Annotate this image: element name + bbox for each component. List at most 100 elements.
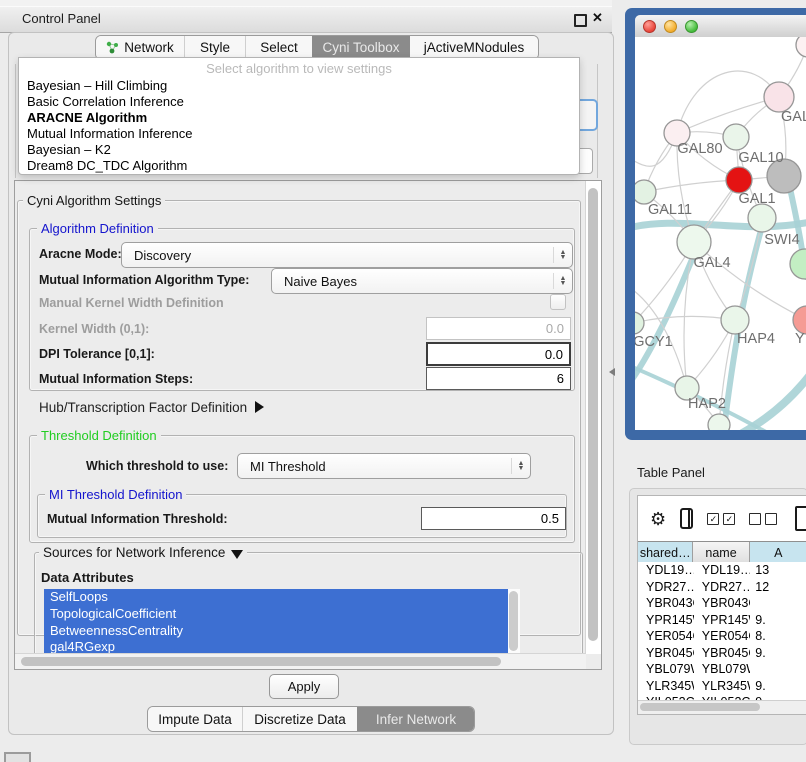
scrollbar-thumb[interactable] <box>640 703 760 711</box>
dpi-tolerance-field[interactable]: 0.0 <box>426 342 571 366</box>
tab-label: Cyni Toolbox <box>322 40 399 55</box>
network-node-gal4[interactable] <box>677 225 711 259</box>
unchecked-box-icon <box>749 513 761 525</box>
table-row[interactable]: YPR145WYPR145W9. <box>638 612 806 629</box>
network-node-ntop[interactable] <box>796 37 806 57</box>
network-node-label: SWI4 <box>764 232 799 248</box>
tab-network[interactable]: Network <box>96 36 184 59</box>
network-node-label: GAL <box>781 109 806 125</box>
algorithm-dropdown: Select algorithm to view settings Bayesi… <box>18 57 580 175</box>
network-node-salmon[interactable] <box>793 306 806 334</box>
tab-impute-data[interactable]: Impute Data <box>148 707 242 731</box>
network-canvas[interactable]: GALGAL80GAL10GAL1GAL11SWI4GAL4GCY1HAP4YH… <box>635 37 806 430</box>
column-header-shared[interactable]: shared… <box>638 542 693 563</box>
apply-button[interactable]: Apply <box>269 674 339 699</box>
which-threshold-combobox[interactable]: MI Threshold ▲▼ <box>237 453 531 479</box>
network-node-label: GAL80 <box>677 141 722 157</box>
table-row[interactable]: YBR045CYBR045C9. <box>638 645 806 662</box>
network-node-pink1[interactable] <box>764 82 794 112</box>
expand-right-icon <box>255 401 264 413</box>
split-pane-collapse-icon[interactable] <box>609 368 615 376</box>
network-icon <box>106 41 119 54</box>
settings-vertical-scrollbar[interactable] <box>585 181 601 654</box>
tab-select[interactable]: Select <box>245 36 312 59</box>
close-icon[interactable]: ✕ <box>592 10 603 26</box>
table-row[interactable]: YDR27…YDR27…12 <box>638 579 806 596</box>
kernel-width-field[interactable]: 0.0 <box>426 317 571 340</box>
table-header-row: shared…nameA <box>638 541 806 564</box>
table-row[interactable]: YLR345WYLR345W9. <box>638 678 806 695</box>
network-node-gcy1[interactable] <box>635 312 644 334</box>
table-content: ⚙ ✓ ✓ shared…nameA YDL19…YDL19…13YDR27…Y… <box>637 495 806 715</box>
column-header-A[interactable]: A <box>750 542 806 563</box>
network-node-hap4[interactable] <box>721 306 749 334</box>
table-cell: YBR045C <box>694 645 751 662</box>
tab-jactivemnodules[interactable]: jActiveMNodules <box>409 36 538 59</box>
mi-type-combobox[interactable]: Naive Bayes ▲▼ <box>271 268 573 294</box>
algorithm-option[interactable]: Basic Correlation Inference <box>19 94 579 110</box>
algorithm-option[interactable]: ARACNE Algorithm <box>19 110 579 126</box>
attribute-list-item[interactable]: gal4RGexp <box>44 639 520 654</box>
table-row[interactable]: YER054CYER054C8. <box>638 628 806 645</box>
columns-icon[interactable] <box>680 508 693 529</box>
which-threshold-label: Which threshold to use: <box>86 459 228 473</box>
select-all-checkboxes-icon[interactable]: ✓ ✓ <box>707 513 735 525</box>
table-row[interactable]: YDL19…YDL19…13 <box>638 562 806 579</box>
tab-style[interactable]: Style <box>184 36 245 59</box>
close-traffic-light-icon[interactable] <box>643 20 656 33</box>
attribute-list-item[interactable]: BetweennessCentrality <box>44 623 520 640</box>
column-header-name[interactable]: name <box>693 542 749 563</box>
network-node-label: GAL10 <box>738 150 783 166</box>
zoom-traffic-light-icon[interactable] <box>685 20 698 33</box>
manual-kernel-checkbox[interactable] <box>550 294 566 310</box>
threshold-definition-title: Threshold Definition <box>37 428 161 443</box>
hub-definition-expander[interactable]: Hub/Transcription Factor Definition <box>39 400 264 415</box>
gear-icon[interactable]: ⚙ <box>650 510 666 528</box>
network-node-gal10[interactable] <box>723 124 749 150</box>
table-cell: 13 <box>750 562 806 579</box>
network-node-rgreen[interactable] <box>790 249 806 279</box>
network-node-swi4n[interactable] <box>748 204 776 232</box>
attribute-list-item[interactable]: SelfLoops <box>44 589 520 606</box>
data-attributes-list[interactable]: SelfLoopsTopologicalCoefficientBetweenne… <box>44 589 520 654</box>
network-edge[interactable] <box>677 71 779 133</box>
network-node-red[interactable] <box>726 167 752 193</box>
table-cell: YBL079W <box>694 661 751 678</box>
tab-infer-network[interactable]: Infer Network <box>357 707 474 731</box>
deselect-all-checkboxes-icon[interactable] <box>749 513 777 525</box>
tab-cyni-toolbox[interactable]: Cyni Toolbox <box>312 36 409 59</box>
network-node-nbot[interactable] <box>708 414 730 430</box>
algorithm-option[interactable]: Bayesian – Hill Climbing <box>19 78 579 94</box>
cyni-settings-group-title: Cyni Algorithm Settings <box>23 193 165 208</box>
table-row[interactable]: YBL079WYBL079W <box>638 661 806 678</box>
minimize-traffic-light-icon[interactable] <box>664 20 677 33</box>
document-icon[interactable] <box>795 506 806 531</box>
network-edge-highlighted[interactable] <box>635 221 806 229</box>
bottom-left-widget[interactable] <box>4 752 31 762</box>
mi-steps-field[interactable]: 6 <box>426 367 571 390</box>
scrollbar-thumb[interactable] <box>588 188 598 641</box>
network-view-window: GALGAL80GAL10GAL1GAL11SWI4GAL4GCY1HAP4YH… <box>625 8 806 440</box>
mi-threshold-field[interactable]: 0.5 <box>421 507 566 530</box>
attributes-list-scrollbar[interactable] <box>508 589 520 654</box>
table-cell: YBR043C <box>694 595 751 612</box>
algorithm-option[interactable]: Mutual Information Inference <box>19 126 579 142</box>
algorithm-option[interactable]: Dream8 DC_TDC Algorithm <box>19 158 579 174</box>
aracne-mode-combobox[interactable]: Discovery ▲▼ <box>121 242 573 268</box>
algorithm-option[interactable]: Bayesian – K2 <box>19 142 579 158</box>
tab-label: jActiveMNodules <box>424 40 525 55</box>
network-edge[interactable] <box>635 316 735 323</box>
float-window-icon[interactable] <box>574 14 587 27</box>
settings-horizontal-scrollbar[interactable] <box>15 653 586 669</box>
table-horizontal-scrollbar[interactable] <box>638 700 806 714</box>
table-cell: 8. <box>750 628 806 645</box>
network-edge[interactable] <box>644 180 739 192</box>
network-node-gal11[interactable] <box>635 180 656 204</box>
scrollbar-thumb[interactable] <box>21 657 501 666</box>
tab-discretize-data[interactable]: Discretize Data <box>242 707 357 731</box>
table-row[interactable]: YBR043CYBR043C <box>638 595 806 612</box>
attribute-list-item[interactable]: TopologicalCoefficient <box>44 606 520 623</box>
network-window-titlebar[interactable] <box>635 15 806 38</box>
table-cell: YPR145W <box>694 612 751 629</box>
sources-group-expander[interactable]: Sources for Network Inference <box>39 545 247 560</box>
